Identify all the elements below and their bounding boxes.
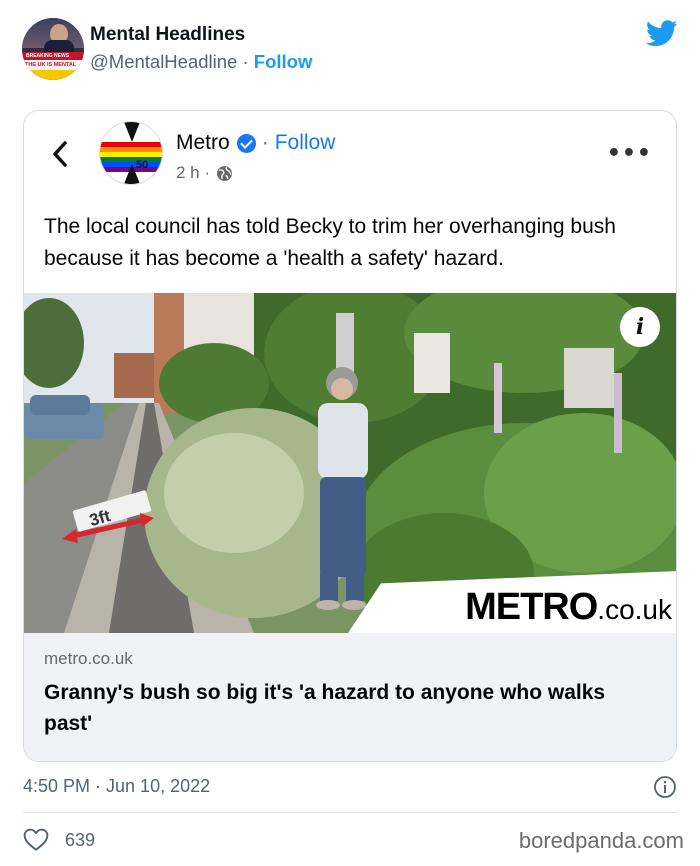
post-photo[interactable]: 3ft i METRO.co.uk xyxy=(24,293,676,633)
logo-fifty: 50 xyxy=(136,159,149,171)
follow-link[interactable]: Follow xyxy=(254,51,313,72)
metro-logo[interactable]: 50 xyxy=(99,121,163,185)
watermark-main: METRO xyxy=(465,586,598,628)
link-title[interactable]: Granny's bush so big it's 'a hazard to a… xyxy=(44,677,644,739)
tweet-header: BREAKING NEWS THE UK IS MENTAL Mental He… xyxy=(22,18,678,80)
watermark: METRO.co.uk xyxy=(465,586,672,629)
info-icon[interactable]: i xyxy=(620,307,660,347)
avatar-yellow-bar xyxy=(22,70,84,80)
source-credit: boredpanda.com xyxy=(518,828,684,853)
handle-line: @MentalHeadline · Follow xyxy=(90,51,312,73)
twitter-bird-icon[interactable] xyxy=(646,20,678,47)
likes-row: 639 xyxy=(23,826,95,854)
logo-triangle xyxy=(124,122,140,142)
post-header: Metro · Follow xyxy=(176,131,335,155)
follow-page-link[interactable]: Follow xyxy=(275,131,336,155)
post-meta: 2 h · xyxy=(176,163,233,183)
link-domain: metro.co.uk xyxy=(44,649,133,668)
globe-icon xyxy=(217,165,232,181)
header-separator: · xyxy=(261,131,269,154)
more-icon[interactable]: ••• xyxy=(607,141,652,166)
avatar-mental-text: THE UK IS MENTAL xyxy=(25,62,77,68)
avatar[interactable]: BREAKING NEWS THE UK IS MENTAL xyxy=(22,18,84,80)
watermark-suffix: .co.uk xyxy=(597,594,672,625)
link-preview[interactable]: metro.co.uk Granny's bush so big it's 'a… xyxy=(24,633,676,761)
info-icon[interactable] xyxy=(653,775,677,799)
display-name[interactable]: Mental Headlines xyxy=(90,24,245,46)
page-name[interactable]: Metro xyxy=(176,131,230,155)
timestamp-row: 4:50 PM · Jun 10, 2022 xyxy=(23,773,677,801)
post-text: The local council has told Becky to trim… xyxy=(44,215,616,270)
embedded-post-card[interactable]: 50 Metro · Follow 2 h · ••• The local co… xyxy=(23,110,677,762)
verified-badge-icon xyxy=(236,133,256,153)
handle[interactable]: @MentalHeadline xyxy=(90,51,237,72)
timestamp[interactable]: 4:50 PM · Jun 10, 2022 xyxy=(23,776,210,797)
divider xyxy=(23,812,677,813)
post-time[interactable]: 2 h · xyxy=(176,163,210,183)
heart-icon[interactable] xyxy=(23,828,49,852)
like-count: 639 xyxy=(65,829,96,850)
avatar-breaking-text: BREAKING NEWS xyxy=(26,53,70,59)
handle-separator: · xyxy=(242,51,249,72)
chevron-left-icon[interactable] xyxy=(50,139,70,169)
